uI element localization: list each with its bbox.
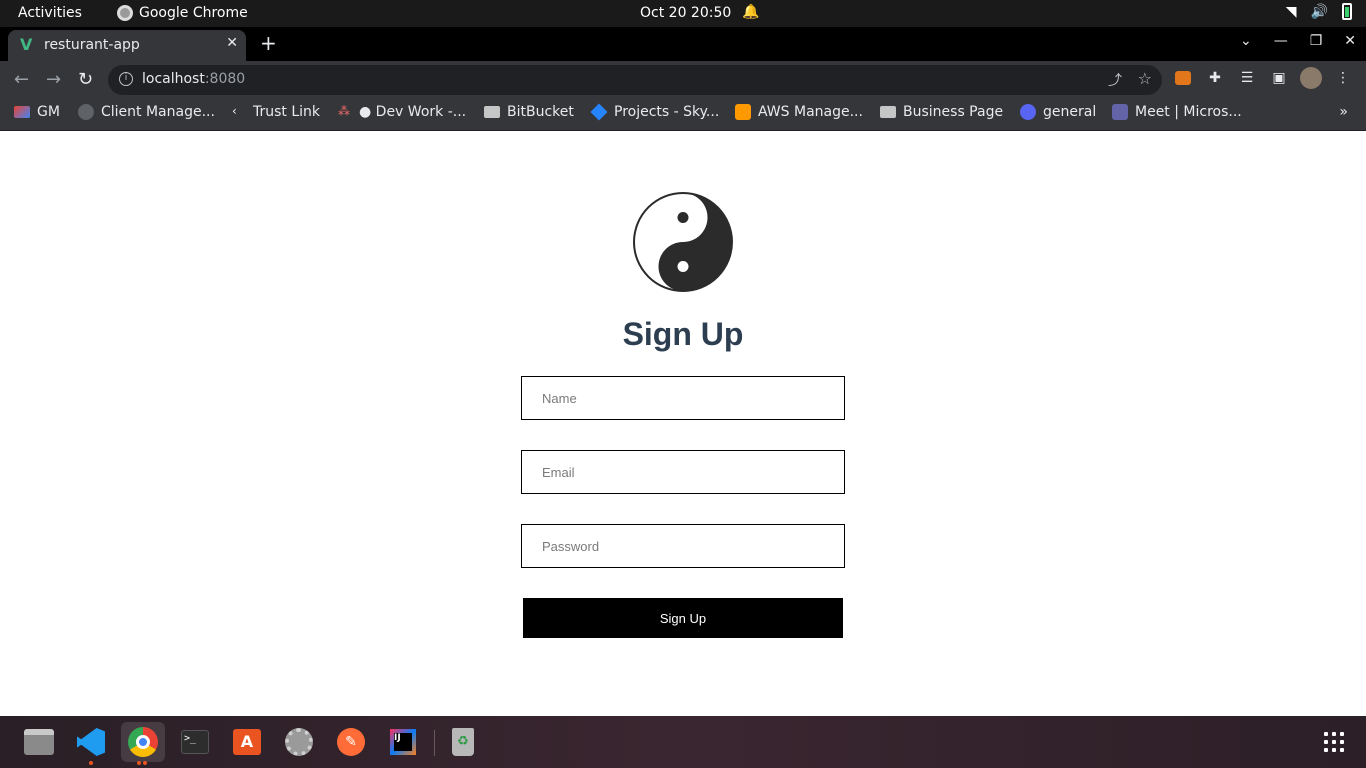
- postman-icon: ✎: [337, 728, 365, 756]
- terminal-dock-item[interactable]: >_: [175, 722, 215, 762]
- window-controls: ⌄ — ❐ ✕: [1240, 33, 1356, 49]
- vue-icon: V: [20, 35, 33, 54]
- settings-gear-icon: [285, 728, 313, 756]
- globe-icon: [78, 104, 94, 120]
- battery-icon: [1342, 3, 1352, 20]
- tab-title: resturant-app: [44, 37, 140, 53]
- bookmark-bitbucket[interactable]: BitBucket: [484, 104, 574, 120]
- share-icon[interactable]: ⤴: [1108, 70, 1122, 90]
- site-info-icon[interactable]: i: [119, 72, 133, 86]
- clock[interactable]: Oct 20 20:50: [640, 5, 731, 21]
- bookmark-aws-manage[interactable]: AWS Manage...: [735, 104, 863, 120]
- software-dock-item[interactable]: A: [227, 722, 267, 762]
- bookmark-dev-work[interactable]: ⁂ ● Dev Work -...: [338, 104, 466, 120]
- more-bookmarks-icon[interactable]: »: [1339, 104, 1348, 120]
- app-menu[interactable]: Google Chrome: [117, 5, 248, 21]
- bookmark-trust-link[interactable]: ‹ Trust Link: [232, 104, 320, 120]
- page-content: Sign Up Sign Up: [0, 132, 1366, 716]
- ubuntu-dock: >_ A ✎ IJ ♻: [0, 716, 1366, 768]
- link-icon: ‹: [232, 104, 237, 118]
- tab-search-icon[interactable]: ⌄: [1240, 33, 1252, 49]
- new-tab-button[interactable]: +: [260, 31, 277, 55]
- bookmark-gm[interactable]: GM: [14, 104, 60, 120]
- side-panel-icon[interactable]: ▣: [1268, 67, 1290, 89]
- system-tray[interactable]: ◥ 🔊: [1286, 3, 1352, 20]
- back-icon[interactable]: ←: [14, 69, 29, 90]
- vscode-icon: [77, 728, 105, 756]
- browser-toolbar: ← → ↻ i localhost:8080 ⤴ ☆ ✚ ☰ ▣ ⋮: [0, 61, 1366, 98]
- gmail-icon: [14, 106, 30, 118]
- files-dock-item[interactable]: [19, 722, 59, 762]
- bookmark-projects-sky[interactable]: Projects - Sky...: [590, 103, 719, 121]
- chrome-icon: [117, 5, 133, 21]
- profile-avatar[interactable]: [1300, 67, 1322, 89]
- chrome-dock-item[interactable]: [121, 722, 165, 765]
- yin-yang-logo-icon: [633, 192, 733, 292]
- folder-icon: [880, 106, 896, 118]
- volume-icon: 🔊: [1310, 3, 1328, 20]
- bookmark-client-manage[interactable]: Client Manage...: [78, 104, 215, 120]
- url-text: localhost:8080: [142, 71, 246, 87]
- jira-icon: [590, 103, 608, 121]
- forward-icon[interactable]: →: [46, 69, 61, 90]
- address-bar[interactable]: i localhost:8080 ⤴ ☆: [108, 65, 1162, 95]
- metamask-icon[interactable]: [1172, 67, 1194, 89]
- teams-icon: [1112, 104, 1128, 120]
- restore-icon[interactable]: ❐: [1310, 33, 1323, 49]
- alarm-icon: 🔔: [742, 4, 760, 20]
- sign-up-button[interactable]: Sign Up: [523, 598, 843, 638]
- folder-icon: [484, 106, 500, 118]
- running-indicator: [89, 761, 93, 765]
- intellij-dock-item[interactable]: IJ: [383, 722, 423, 762]
- trash-dock-item[interactable]: ♻: [443, 722, 483, 762]
- menu-icon[interactable]: ⋮: [1332, 67, 1354, 89]
- software-store-icon: A: [233, 729, 261, 755]
- password-field[interactable]: [521, 524, 845, 568]
- trash-icon: ♻: [452, 728, 474, 756]
- bookmarks-bar: GM Client Manage... ‹ Trust Link ⁂ ● Dev…: [0, 98, 1366, 131]
- tab-resturant-app[interactable]: V resturant-app ✕: [8, 30, 246, 61]
- close-tab-icon[interactable]: ✕: [226, 35, 238, 51]
- tab-strip: V resturant-app ✕: [0, 27, 1366, 61]
- close-window-icon[interactable]: ✕: [1344, 33, 1356, 49]
- show-apps-grid-icon[interactable]: [1324, 732, 1344, 752]
- extensions-area: ✚ ☰ ▣ ⋮: [1172, 67, 1354, 89]
- dock-separator: [434, 730, 435, 756]
- bookmark-general[interactable]: general: [1020, 104, 1096, 120]
- app-name: Google Chrome: [139, 5, 248, 21]
- running-indicator: [137, 761, 141, 765]
- postman-dock-item[interactable]: ✎: [331, 722, 371, 762]
- bookmark-meet-microsoft[interactable]: Meet | Micros...: [1112, 104, 1242, 120]
- extensions-puzzle-icon[interactable]: ✚: [1204, 67, 1226, 89]
- email-field[interactable]: [521, 450, 845, 494]
- bookmark-business-page[interactable]: Business Page: [880, 104, 1003, 120]
- name-field[interactable]: [521, 376, 845, 420]
- files-icon: [24, 729, 54, 755]
- minimize-icon[interactable]: —: [1274, 33, 1288, 49]
- bookmark-star-icon[interactable]: ☆: [1138, 69, 1152, 88]
- system-top-bar: Activities Google Chrome Oct 20 20:50 🔔 …: [0, 0, 1366, 27]
- wifi-icon: ◥: [1285, 3, 1297, 20]
- settings-dock-item[interactable]: [279, 722, 319, 762]
- chrome-icon: [128, 727, 158, 757]
- aws-icon: [735, 104, 751, 120]
- reload-icon[interactable]: ↻: [78, 69, 93, 90]
- discord-icon: [1020, 104, 1036, 120]
- reading-list-icon[interactable]: ☰: [1236, 67, 1258, 89]
- vscode-dock-item[interactable]: [71, 722, 111, 765]
- intellij-icon: IJ: [390, 729, 416, 755]
- terminal-icon: >_: [181, 730, 209, 754]
- asana-icon: ⁂: [338, 104, 350, 118]
- activities-button[interactable]: Activities: [18, 5, 82, 21]
- running-indicator: [143, 761, 147, 765]
- page-title: Sign Up: [622, 316, 744, 352]
